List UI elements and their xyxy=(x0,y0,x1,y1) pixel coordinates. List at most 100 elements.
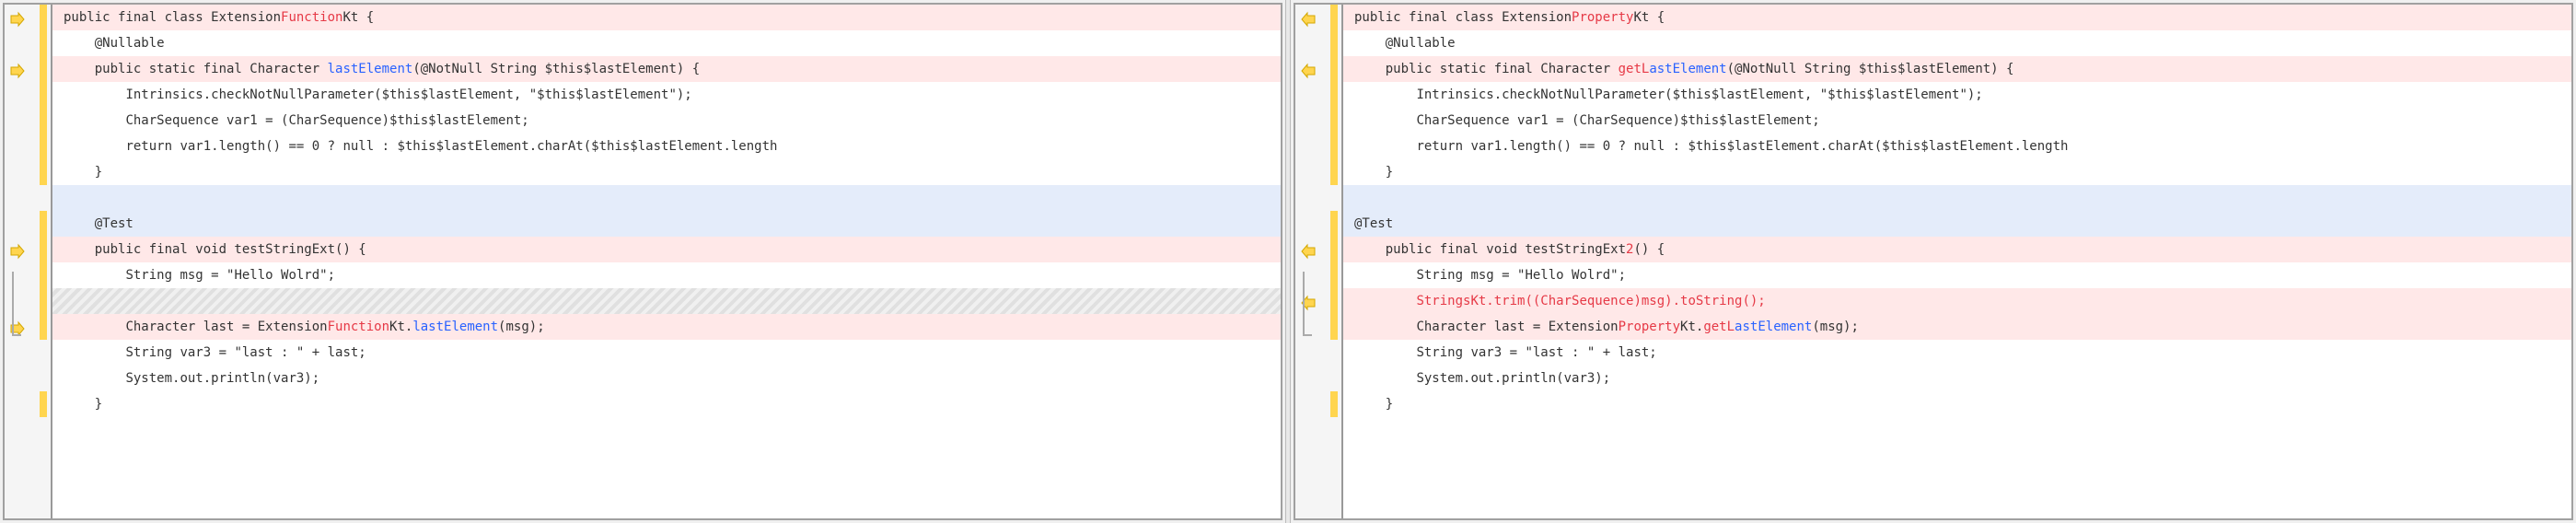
change-marker-bar xyxy=(40,391,47,417)
code-line[interactable]: public final void testStringExt2() { xyxy=(1343,237,2571,262)
left-code-area[interactable]: public final class ExtensionFunctionKt {… xyxy=(52,5,1281,518)
code-token: @Test xyxy=(1354,216,1393,231)
code-token: return var1.length() == 0 ? null : $this… xyxy=(125,139,777,154)
code-token: Function xyxy=(328,320,389,334)
code-line[interactable]: String msg = "Hello Wolrd"; xyxy=(1343,262,2571,288)
code-token: Property xyxy=(1619,320,1680,334)
code-line[interactable]: public static final Character lastElemen… xyxy=(52,56,1281,82)
code-line[interactable]: System.out.println(var3); xyxy=(52,366,1281,391)
code-line[interactable]: public final class ExtensionPropertyKt { xyxy=(1343,5,2571,30)
code-line[interactable]: return var1.length() == 0 ? null : $this… xyxy=(52,134,1281,159)
fold-bracket-icon[interactable] xyxy=(1303,272,1312,336)
code-token: @Nullable xyxy=(95,36,165,51)
code-token: return var1.length() == 0 ? null : $this… xyxy=(1416,139,2068,154)
right-code-area[interactable]: public final class ExtensionPropertyKt {… xyxy=(1343,5,2571,518)
merge-left-arrow-icon[interactable] xyxy=(1299,10,1317,29)
diff-left-panel: public final class ExtensionFunctionKt {… xyxy=(3,3,1282,520)
code-token: public static final Character xyxy=(95,62,328,76)
code-line[interactable]: Character last = ExtensionPropertyKt.get… xyxy=(1343,314,2571,340)
code-line[interactable]: } xyxy=(1343,159,2571,185)
code-token: Function xyxy=(281,10,342,25)
code-token: System.out.println(var3); xyxy=(1416,371,1610,386)
change-marker-bar xyxy=(1330,391,1338,417)
code-line[interactable]: CharSequence var1 = (CharSequence)$this$… xyxy=(1343,108,2571,134)
code-token: lastElement xyxy=(412,320,498,334)
code-line[interactable]: String msg = "Hello Wolrd"; xyxy=(52,262,1281,288)
code-token: Intrinsics.checkNotNullParameter($this$l… xyxy=(125,87,691,102)
diff-right-panel: public final class ExtensionPropertyKt {… xyxy=(1294,3,2573,520)
code-token: public final class Extension xyxy=(1354,10,1572,25)
code-line[interactable]: return var1.length() == 0 ? null : $this… xyxy=(1343,134,2571,159)
code-token: String var3 = "last : " + last; xyxy=(1416,345,1656,360)
change-marker-bar xyxy=(40,5,47,185)
code-token: public final class Extension xyxy=(64,10,281,25)
code-token: public static final Character xyxy=(1386,62,1619,76)
code-token: String msg = "Hello Wolrd"; xyxy=(125,268,335,283)
fold-bracket-icon[interactable] xyxy=(1303,334,1312,336)
code-line[interactable]: public final void testStringExt() { xyxy=(52,237,1281,262)
code-token: (msg); xyxy=(1812,320,1859,334)
code-token: lastElement xyxy=(328,62,413,76)
merge-left-arrow-icon[interactable] xyxy=(1299,242,1317,261)
code-line[interactable]: StringsKt.trim((CharSequence)msg).toStri… xyxy=(1343,288,2571,314)
code-token: Intrinsics.checkNotNullParameter($this$l… xyxy=(1416,87,1982,102)
code-token: Character last = Extension xyxy=(125,320,327,334)
code-line[interactable]: @Nullable xyxy=(1343,30,2571,56)
code-line[interactable]: String var3 = "last : " + last; xyxy=(52,340,1281,366)
code-token: CharSequence var1 = (CharSequence)$this$… xyxy=(1416,113,1819,128)
code-token: (@NotNull String $this$lastElement) { xyxy=(412,62,700,76)
code-line[interactable] xyxy=(1343,185,2571,211)
code-token: } xyxy=(1386,165,1393,180)
code-line[interactable]: Intrinsics.checkNotNullParameter($this$l… xyxy=(1343,82,2571,108)
code-token: } xyxy=(95,397,102,412)
code-token: @Nullable xyxy=(1386,36,1456,51)
change-marker-bar xyxy=(40,211,47,340)
code-token: StringsKt.trim((CharSequence)msg).toStri… xyxy=(1416,294,1765,308)
code-token: getL xyxy=(1619,62,1650,76)
fold-bracket-icon[interactable] xyxy=(12,334,21,336)
code-token: String msg = "Hello Wolrd"; xyxy=(1416,268,1626,283)
code-line[interactable]: public static final Character getLastEle… xyxy=(1343,56,2571,82)
code-token: astElement xyxy=(1735,320,1812,334)
code-token: } xyxy=(1386,397,1393,412)
code-line[interactable]: @Test xyxy=(1343,211,2571,237)
code-token: Kt { xyxy=(342,10,374,25)
code-line[interactable]: } xyxy=(52,391,1281,417)
code-token: @Test xyxy=(95,216,133,231)
code-token: Kt. xyxy=(1680,320,1703,334)
code-line[interactable]: Intrinsics.checkNotNullParameter($this$l… xyxy=(52,82,1281,108)
fold-bracket-icon[interactable] xyxy=(12,272,21,336)
right-gutter[interactable] xyxy=(1295,5,1343,518)
code-line[interactable]: @Nullable xyxy=(52,30,1281,56)
code-token: (@NotNull String $this$lastElement) { xyxy=(1727,62,2014,76)
left-gutter[interactable] xyxy=(5,5,52,518)
code-token: public final void testStringExt xyxy=(1386,242,1626,257)
code-token: () { xyxy=(1633,242,1665,257)
merge-left-arrow-icon[interactable] xyxy=(1299,62,1317,80)
code-line[interactable]: String var3 = "last : " + last; xyxy=(1343,340,2571,366)
code-token: System.out.println(var3); xyxy=(125,371,319,386)
change-marker-bar xyxy=(1330,5,1338,185)
code-line[interactable] xyxy=(52,288,1281,314)
code-token: } xyxy=(95,165,102,180)
code-line[interactable] xyxy=(52,185,1281,211)
code-line[interactable]: CharSequence var1 = (CharSequence)$this$… xyxy=(52,108,1281,134)
merge-right-arrow-icon[interactable] xyxy=(8,10,27,29)
code-token: astElement xyxy=(1649,62,1726,76)
code-line[interactable]: } xyxy=(52,159,1281,185)
code-token: Property xyxy=(1572,10,1633,25)
code-token: getL xyxy=(1703,320,1735,334)
code-line[interactable]: Character last = ExtensionFunctionKt.las… xyxy=(52,314,1281,340)
merge-right-arrow-icon[interactable] xyxy=(8,242,27,261)
code-token: Character last = Extension xyxy=(1416,320,1618,334)
change-marker-bar xyxy=(1330,211,1338,340)
panel-divider[interactable] xyxy=(1285,0,1291,523)
code-line[interactable]: } xyxy=(1343,391,2571,417)
code-line[interactable]: System.out.println(var3); xyxy=(1343,366,2571,391)
code-line[interactable]: @Test xyxy=(52,211,1281,237)
code-line[interactable]: public final class ExtensionFunctionKt { xyxy=(52,5,1281,30)
code-token: String var3 = "last : " + last; xyxy=(125,345,366,360)
merge-right-arrow-icon[interactable] xyxy=(8,62,27,80)
code-token: CharSequence var1 = (CharSequence)$this$… xyxy=(125,113,528,128)
code-token: Kt. xyxy=(389,320,412,334)
